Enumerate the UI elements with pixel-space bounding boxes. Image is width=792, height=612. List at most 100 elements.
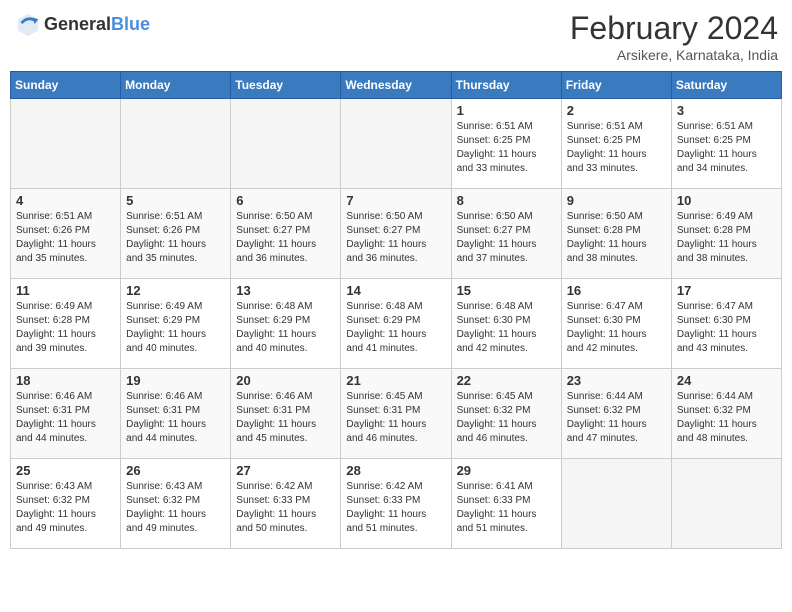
calendar-cell: 11Sunrise: 6:49 AMSunset: 6:28 PMDayligh… xyxy=(11,279,121,369)
header-row: Sunday Monday Tuesday Wednesday Thursday… xyxy=(11,72,782,99)
calendar-cell: 7 Sunrise: 6:50 AMSunset: 6:27 PMDaylight… xyxy=(341,189,451,279)
calendar-cell: 28 Sunrise: 6:42 AMSunset: 6:33 PMDayligh… xyxy=(341,459,451,549)
calendar-cell: 4 Sunrise: 6:51 AMSunset: 6:26 PMDaylight… xyxy=(11,189,121,279)
calendar-week-4: 18 Sunrise: 6:46 AMSunset: 6:31 PMDayligh… xyxy=(11,369,782,459)
day-number: 16 xyxy=(567,283,666,298)
calendar-cell: 17 Sunrise: 6:47 AMSunset: 6:30 PMDayligh… xyxy=(671,279,781,369)
calendar-cell: 18 Sunrise: 6:46 AMSunset: 6:31 PMDayligh… xyxy=(11,369,121,459)
day-info: Sunrise: 6:47 AMSunset: 6:30 PMDaylight:… xyxy=(567,300,666,356)
day-number: 4 xyxy=(16,193,115,208)
col-sunday: Sunday xyxy=(11,72,121,99)
calendar-cell: 20 Sunrise: 6:46 AMSunset: 6:31 PMDayligh… xyxy=(231,369,341,459)
day-number: 11 xyxy=(16,283,115,298)
day-number: 15 xyxy=(457,283,556,298)
day-info: Sunrise: 6:51 AMSunset: 6:25 PMDaylight:… xyxy=(457,120,556,176)
day-info: Sunrise: 6:44 AMSunset: 6:32 PMDaylight:… xyxy=(677,390,776,446)
day-info: Sunrise: 6:47 AMSunset: 6:30 PMDaylight:… xyxy=(677,300,776,356)
day-number: 26 xyxy=(126,463,225,478)
calendar-cell: 25 Sunrise: 6:43 AMSunset: 6:32 PMDayligh… xyxy=(11,459,121,549)
calendar-cell: 8 Sunrise: 6:50 AMSunset: 6:27 PMDaylight… xyxy=(451,189,561,279)
calendar-cell: 26 Sunrise: 6:43 AMSunset: 6:32 PMDayligh… xyxy=(121,459,231,549)
day-number: 7 xyxy=(346,193,445,208)
logo-icon xyxy=(14,10,42,38)
day-number: 24 xyxy=(677,373,776,388)
day-number: 23 xyxy=(567,373,666,388)
calendar-cell: 22 Sunrise: 6:45 AMSunset: 6:32 PMDayligh… xyxy=(451,369,561,459)
calendar-cell: 12 Sunrise: 6:49 AMSunset: 6:29 PMDayligh… xyxy=(121,279,231,369)
calendar-cell: 21 Sunrise: 6:45 AMSunset: 6:31 PMDayligh… xyxy=(341,369,451,459)
calendar-cell: 1 Sunrise: 6:51 AMSunset: 6:25 PMDaylight… xyxy=(451,99,561,189)
calendar-cell: 14 Sunrise: 6:48 AMSunset: 6:29 PMDayligh… xyxy=(341,279,451,369)
col-saturday: Saturday xyxy=(671,72,781,99)
calendar-cell: 23 Sunrise: 6:44 AMSunset: 6:32 PMDayligh… xyxy=(561,369,671,459)
day-info: Sunrise: 6:45 AMSunset: 6:32 PMDaylight:… xyxy=(457,390,556,446)
calendar-cell xyxy=(671,459,781,549)
calendar-cell: 13 Sunrise: 6:48 AMSunset: 6:29 PMDayligh… xyxy=(231,279,341,369)
calendar-cell: 10 Sunrise: 6:49 AMSunset: 6:28 PMDayligh… xyxy=(671,189,781,279)
location: Arsikere, Karnataka, India xyxy=(570,47,778,63)
day-info: Sunrise: 6:44 AMSunset: 6:32 PMDaylight:… xyxy=(567,390,666,446)
day-info: Sunrise: 6:49 AMSunset: 6:29 PMDaylight:… xyxy=(126,300,225,356)
day-number: 5 xyxy=(126,193,225,208)
day-info: Sunrise: 6:50 AMSunset: 6:27 PMDaylight:… xyxy=(457,210,556,266)
day-info: Sunrise: 6:51 AMSunset: 6:26 PMDaylight:… xyxy=(16,210,115,266)
calendar-cell xyxy=(561,459,671,549)
calendar-cell xyxy=(11,99,121,189)
calendar-cell: 29Sunrise: 6:41 AMSunset: 6:33 PMDayligh… xyxy=(451,459,561,549)
logo-general-text: GeneralBlue xyxy=(44,14,150,35)
calendar-cell: 6 Sunrise: 6:50 AMSunset: 6:27 PMDaylight… xyxy=(231,189,341,279)
calendar-cell: 16 Sunrise: 6:47 AMSunset: 6:30 PMDayligh… xyxy=(561,279,671,369)
day-info: Sunrise: 6:43 AMSunset: 6:32 PMDaylight:… xyxy=(126,480,225,536)
day-info: Sunrise: 6:48 AMSunset: 6:29 PMDaylight:… xyxy=(236,300,335,356)
day-info: Sunrise: 6:50 AMSunset: 6:27 PMDaylight:… xyxy=(346,210,445,266)
day-number: 25 xyxy=(16,463,115,478)
calendar-cell xyxy=(121,99,231,189)
day-number: 18 xyxy=(16,373,115,388)
day-info: Sunrise: 6:46 AMSunset: 6:31 PMDaylight:… xyxy=(236,390,335,446)
col-monday: Monday xyxy=(121,72,231,99)
col-friday: Friday xyxy=(561,72,671,99)
day-number: 27 xyxy=(236,463,335,478)
day-number: 8 xyxy=(457,193,556,208)
day-number: 17 xyxy=(677,283,776,298)
col-thursday: Thursday xyxy=(451,72,561,99)
day-info: Sunrise: 6:42 AMSunset: 6:33 PMDaylight:… xyxy=(236,480,335,536)
calendar-cell xyxy=(231,99,341,189)
page-header: GeneralBlue February 2024 Arsikere, Karn… xyxy=(10,10,782,63)
day-number: 22 xyxy=(457,373,556,388)
calendar-week-2: 4 Sunrise: 6:51 AMSunset: 6:26 PMDaylight… xyxy=(11,189,782,279)
day-info: Sunrise: 6:50 AMSunset: 6:27 PMDaylight:… xyxy=(236,210,335,266)
calendar-week-5: 25 Sunrise: 6:43 AMSunset: 6:32 PMDayligh… xyxy=(11,459,782,549)
day-info: Sunrise: 6:50 AMSunset: 6:28 PMDaylight:… xyxy=(567,210,666,266)
col-tuesday: Tuesday xyxy=(231,72,341,99)
day-info: Sunrise: 6:49 AMSunset: 6:28 PMDaylight:… xyxy=(677,210,776,266)
day-info: Sunrise: 6:51 AMSunset: 6:25 PMDaylight:… xyxy=(677,120,776,176)
day-number: 10 xyxy=(677,193,776,208)
day-number: 21 xyxy=(346,373,445,388)
logo: GeneralBlue xyxy=(14,10,150,38)
calendar-week-1: 1 Sunrise: 6:51 AMSunset: 6:25 PMDaylight… xyxy=(11,99,782,189)
day-number: 3 xyxy=(677,103,776,118)
day-number: 14 xyxy=(346,283,445,298)
calendar-cell: 2 Sunrise: 6:51 AMSunset: 6:25 PMDaylight… xyxy=(561,99,671,189)
calendar-week-3: 11Sunrise: 6:49 AMSunset: 6:28 PMDayligh… xyxy=(11,279,782,369)
col-wednesday: Wednesday xyxy=(341,72,451,99)
calendar-cell: 5Sunrise: 6:51 AMSunset: 6:26 PMDaylight… xyxy=(121,189,231,279)
day-info: Sunrise: 6:48 AMSunset: 6:30 PMDaylight:… xyxy=(457,300,556,356)
day-info: Sunrise: 6:46 AMSunset: 6:31 PMDaylight:… xyxy=(16,390,115,446)
calendar-table: Sunday Monday Tuesday Wednesday Thursday… xyxy=(10,71,782,549)
day-number: 19 xyxy=(126,373,225,388)
calendar-cell: 3 Sunrise: 6:51 AMSunset: 6:25 PMDaylight… xyxy=(671,99,781,189)
day-info: Sunrise: 6:48 AMSunset: 6:29 PMDaylight:… xyxy=(346,300,445,356)
day-number: 6 xyxy=(236,193,335,208)
day-info: Sunrise: 6:42 AMSunset: 6:33 PMDaylight:… xyxy=(346,480,445,536)
day-number: 28 xyxy=(346,463,445,478)
day-info: Sunrise: 6:51 AMSunset: 6:25 PMDaylight:… xyxy=(567,120,666,176)
day-number: 20 xyxy=(236,373,335,388)
day-number: 13 xyxy=(236,283,335,298)
day-info: Sunrise: 6:45 AMSunset: 6:31 PMDaylight:… xyxy=(346,390,445,446)
day-number: 2 xyxy=(567,103,666,118)
day-number: 12 xyxy=(126,283,225,298)
day-number: 1 xyxy=(457,103,556,118)
day-info: Sunrise: 6:43 AMSunset: 6:32 PMDaylight:… xyxy=(16,480,115,536)
